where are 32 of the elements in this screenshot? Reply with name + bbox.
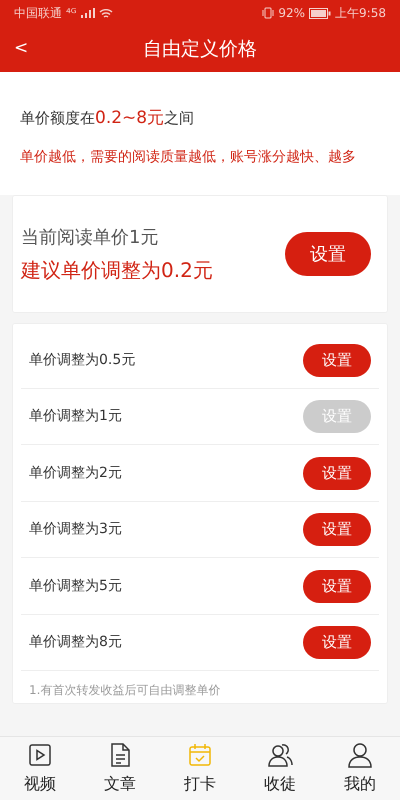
option-label: 单价调整为2元 (29, 464, 122, 483)
tab-item[interactable]: 打卡 (184, 742, 216, 796)
back-button[interactable]: < (14, 36, 28, 62)
set-button[interactable]: 设置 (303, 626, 371, 660)
set-button[interactable]: 设置 (303, 570, 371, 603)
set-button[interactable]: 设置 (303, 513, 371, 546)
warning-text: 单价越低，需要的阅读质量越低，账号涨分越快、越多 (20, 148, 357, 166)
tab-item[interactable]: 文章 (104, 742, 136, 796)
tab-item[interactable]: 收徒 (264, 742, 296, 796)
set-button[interactable]: 设置 (303, 456, 371, 490)
battery-percent: 92% (278, 5, 306, 22)
set-button[interactable]: 设置 (285, 232, 371, 276)
suggestion-text: 建议单价调整为0.2元 (21, 256, 213, 284)
current-price-label: 当前阅读单价1元 (21, 226, 160, 250)
page-title: 自由定义价格 (143, 36, 257, 62)
tab-item[interactable]: 我的 (344, 742, 376, 796)
signal-icon (80, 8, 95, 18)
option-label: 单价调整为1元 (29, 407, 122, 426)
network-type: ⁴ᴳ (66, 5, 77, 22)
option-label: 单价调整为0.5元 (29, 350, 136, 370)
tab-item[interactable]: 视频 (24, 742, 56, 796)
battery-icon (309, 8, 332, 18)
carrier-name: 中国联通 (14, 5, 62, 22)
vibrate-icon (262, 7, 274, 19)
option-label: 单价调整为8元 (29, 633, 122, 652)
option-label: 单价调整为5元 (29, 576, 122, 596)
footnote-text: 1.有首次转发收益后可自由调整单价 (28, 682, 222, 700)
set-button[interactable]: 设置 (303, 344, 371, 377)
option-label: 单价调整为3元 (29, 520, 122, 540)
wifi-icon (98, 8, 113, 18)
clock-time: 上午9:58 (335, 5, 386, 22)
range-note: 单价额度在0.2~8元之间 (20, 107, 196, 130)
